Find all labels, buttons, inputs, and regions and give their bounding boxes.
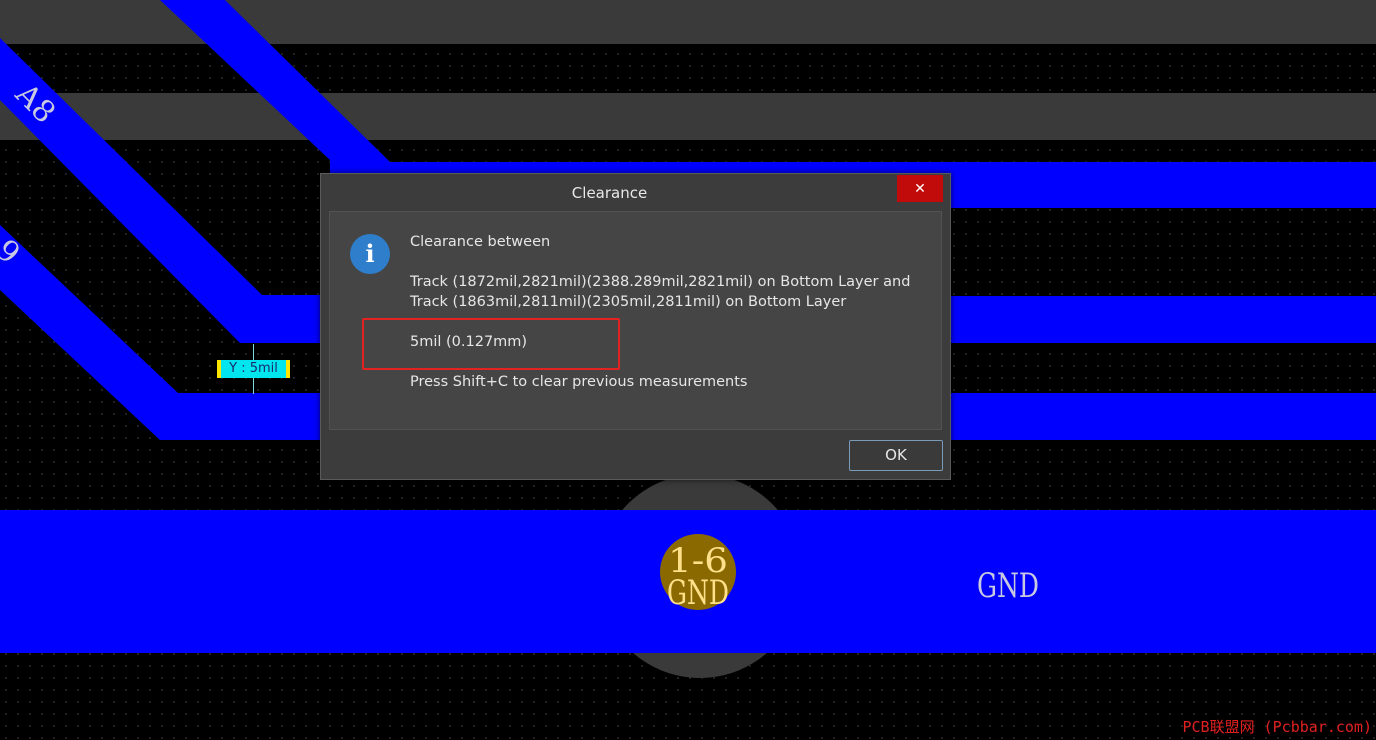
close-icon: ✕ <box>914 180 926 196</box>
pad-net-label: GND <box>667 573 729 613</box>
info-icon: i <box>350 234 390 274</box>
gray-track-second <box>0 93 1376 140</box>
measurement-label: Y : 5mil <box>217 360 290 378</box>
track-line-1: Track (1872mil,2821mil)(2388.289mil,2821… <box>410 274 911 290</box>
dialog-titlebar[interactable]: Clearance ✕ <box>321 174 950 210</box>
watermark: PCB联盟网 (Pcbbar.com) <box>1182 718 1373 736</box>
dialog-title: Clearance <box>571 184 648 202</box>
pcb-canvas[interactable]: 1-6 GND GND A8 9 Y : 5mil Clearance ✕ i … <box>0 0 1376 740</box>
clearance-dialog: Clearance ✕ i Clearance between Track (1… <box>320 173 951 480</box>
ok-button[interactable]: OK <box>849 440 943 471</box>
close-button[interactable]: ✕ <box>897 175 943 202</box>
track-horizontal-2 <box>950 393 1376 440</box>
clearance-heading: Clearance between <box>410 234 551 250</box>
highlight-box <box>362 318 620 370</box>
track-line-2: Track (1863mil,2811mil)(2305mil,2811mil)… <box>410 294 847 310</box>
track-horizontal-1 <box>950 296 1376 343</box>
track-net-label: GND <box>977 566 1039 606</box>
dialog-message-panel: i Clearance between Track (1872mil,2821m… <box>329 211 942 430</box>
clear-hint: Press Shift+C to clear previous measurem… <box>410 374 748 390</box>
